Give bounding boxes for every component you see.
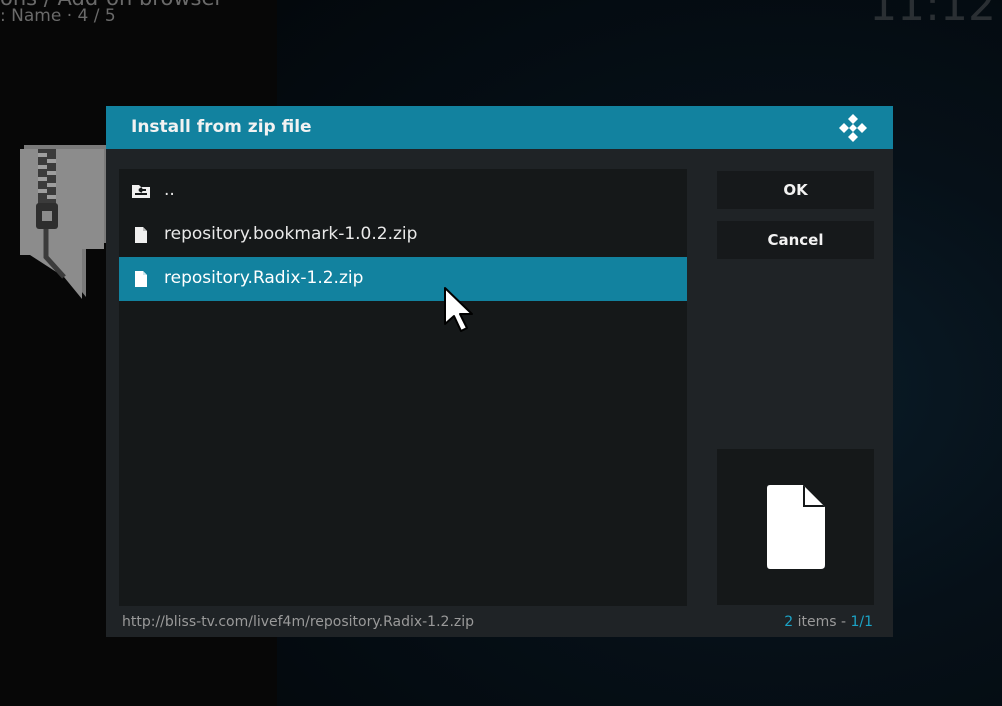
ok-button[interactable]: OK (717, 171, 874, 209)
sort-separator: · (66, 6, 73, 26)
file-icon (135, 271, 147, 287)
sort-info: : Name · 4 / 5 (0, 6, 116, 26)
file-icon (135, 227, 147, 243)
kodi-logo-icon (839, 114, 867, 142)
file-thumbnail (717, 449, 874, 605)
install-zip-dialog: Install from zip file .. repository.book… (106, 106, 893, 637)
list-item-label: .. (164, 180, 175, 200)
zip-archive-icon (20, 145, 108, 299)
list-item-file[interactable]: repository.bookmark-1.0.2.zip (119, 213, 687, 257)
list-position: 4 / 5 (77, 6, 116, 26)
list-item-label: repository.Radix-1.2.zip (164, 268, 364, 288)
file-list: .. repository.bookmark-1.0.2.zip reposit… (119, 169, 687, 606)
list-item-file-selected[interactable]: repository.Radix-1.2.zip (119, 257, 687, 301)
item-count-number: 2 (784, 614, 794, 630)
dialog-header: Install from zip file (106, 106, 893, 149)
selected-file-path: http://bliss-tv.com/livef4m/repository.R… (122, 614, 475, 630)
cancel-button[interactable]: Cancel (717, 221, 874, 259)
item-count: 2 items - 1/1 (784, 614, 873, 630)
list-item-parent-folder[interactable]: .. (119, 169, 687, 213)
sort-label: : Name (0, 6, 62, 26)
dialog-title: Install from zip file (131, 117, 312, 137)
item-count-label: items - (793, 614, 851, 630)
mouse-cursor-icon (444, 287, 473, 332)
folder-back-icon (132, 185, 150, 198)
list-item-label: repository.bookmark-1.0.2.zip (164, 224, 418, 244)
clock: 11:12 (869, 0, 996, 31)
file-icon (767, 485, 825, 569)
page-indicator: 1/1 (850, 614, 873, 630)
